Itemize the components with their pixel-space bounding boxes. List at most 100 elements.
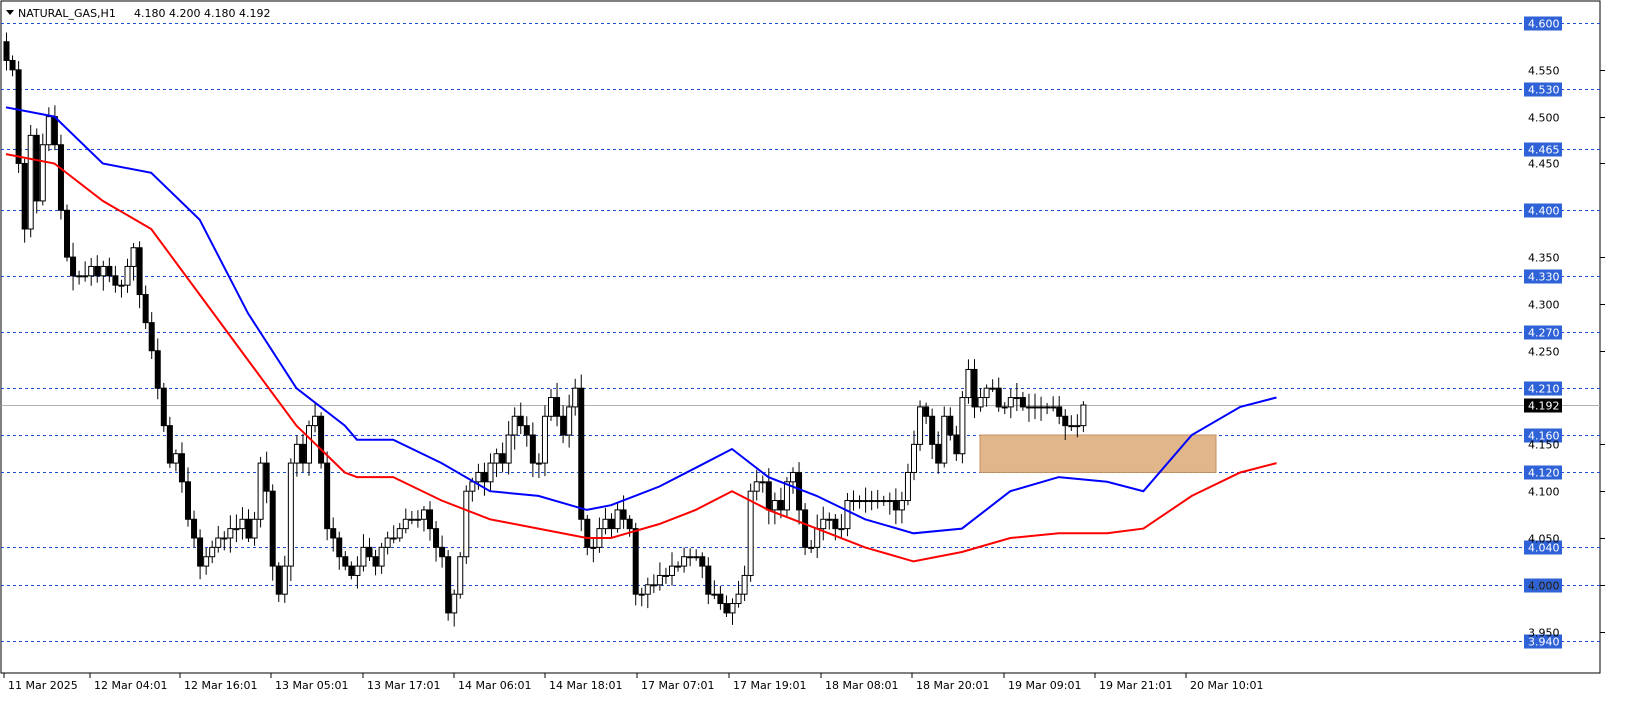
candle-body — [275, 565, 282, 595]
candle-body — [1025, 406, 1032, 409]
candle-body — [469, 481, 476, 492]
candle-body — [566, 406, 573, 436]
candle-body — [1032, 406, 1038, 409]
candle-body — [136, 247, 143, 296]
candle-body — [917, 406, 924, 445]
candle-body — [832, 518, 839, 530]
candle-body — [505, 434, 512, 464]
candle — [257, 456, 264, 528]
level-label: 4.600 — [1528, 18, 1560, 31]
candle-body — [94, 265, 101, 277]
candle-body — [941, 415, 948, 464]
candle-body — [693, 556, 700, 559]
candle-body — [70, 256, 77, 277]
candle — [917, 400, 924, 451]
candle-body — [414, 518, 421, 521]
candle-body — [142, 294, 149, 324]
candle-body — [947, 415, 954, 436]
candle-body — [826, 518, 833, 521]
symbol-label: NATURAL_GAS,H1 — [18, 7, 116, 20]
candle-body — [106, 265, 113, 277]
candle-body — [15, 69, 22, 164]
candle — [57, 134, 64, 220]
y-tick-label: 4.050 — [1528, 533, 1560, 546]
candle-body — [396, 528, 403, 539]
candle-body — [771, 500, 778, 511]
candle-body — [898, 500, 905, 511]
candle-body — [529, 434, 536, 464]
candle-body — [251, 518, 258, 539]
x-tick-label: 11 Mar 2025 — [8, 679, 78, 692]
y-tick-label: 4.300 — [1528, 299, 1560, 312]
support-zone — [979, 434, 1217, 473]
candle-body — [245, 518, 252, 539]
candle-body — [856, 500, 863, 503]
candle-body — [160, 387, 167, 427]
candle-body — [608, 518, 615, 530]
y-tick-label: 3.950 — [1528, 627, 1560, 640]
candle-body — [777, 500, 784, 511]
candle-body — [523, 425, 530, 436]
candle-body — [499, 453, 506, 464]
candle-body — [687, 556, 694, 559]
x-tick-label: 14 Mar 06:01 — [458, 679, 531, 692]
candle-body — [402, 518, 409, 530]
candle-body — [420, 509, 427, 520]
candle-body — [868, 500, 875, 503]
candle-body — [923, 406, 930, 417]
candle-body — [995, 387, 1002, 408]
candle-body — [989, 387, 996, 390]
candle-body — [747, 490, 754, 576]
candle-body — [191, 518, 198, 539]
candle-body — [929, 415, 936, 445]
candle-body — [324, 462, 331, 530]
candle — [318, 412, 325, 469]
candle-body — [100, 265, 107, 277]
candle — [632, 522, 639, 606]
candle-body — [348, 565, 355, 576]
candle-body — [3, 41, 10, 61]
candle-body — [1007, 397, 1014, 408]
candle-body — [76, 275, 83, 278]
level-label: 4.270 — [1528, 327, 1560, 340]
candle-body — [227, 528, 234, 539]
candle-body — [457, 556, 464, 595]
candle-body — [802, 509, 809, 548]
candle-body — [172, 453, 179, 464]
candle-body — [269, 490, 276, 567]
level-label: 4.530 — [1528, 84, 1560, 97]
chart-window: 4.600 4.530 4.465 4.400 4.330 4.270 4.210 4.160… — [0, 0, 1651, 708]
candle-body — [862, 500, 869, 503]
candle-body — [971, 368, 978, 408]
candle-body — [838, 528, 845, 531]
x-tick-label: 12 Mar 16:01 — [184, 679, 257, 692]
candle-body — [983, 387, 990, 399]
candle-body — [880, 500, 887, 503]
candle-body — [1001, 406, 1008, 409]
candle-body — [287, 462, 294, 567]
candle-body — [723, 603, 730, 614]
y-tick-label: 4.150 — [1528, 439, 1560, 452]
candle-body — [717, 593, 724, 605]
candle-body — [312, 415, 319, 427]
candle-body — [130, 247, 137, 267]
candle-body — [366, 546, 373, 558]
candle-body — [1044, 406, 1051, 409]
candle — [959, 391, 966, 464]
candle-body — [1068, 425, 1075, 428]
candlestick-chart[interactable]: 4.6004.5304.4654.4004.3304.2704.2104.160… — [0, 0, 1651, 708]
candle — [802, 503, 809, 556]
candle-body — [578, 387, 585, 520]
candle-body — [154, 350, 161, 389]
candle-body — [215, 537, 222, 548]
candle-body — [384, 537, 391, 548]
candle-body — [197, 537, 204, 567]
candle-body — [656, 574, 663, 586]
candle-body — [487, 462, 494, 483]
y-tick-label: 4.450 — [1528, 158, 1560, 171]
candle — [463, 485, 470, 564]
candle — [27, 124, 34, 238]
candle-body — [439, 546, 446, 558]
candle-body — [445, 556, 452, 614]
candle-body — [148, 322, 155, 352]
